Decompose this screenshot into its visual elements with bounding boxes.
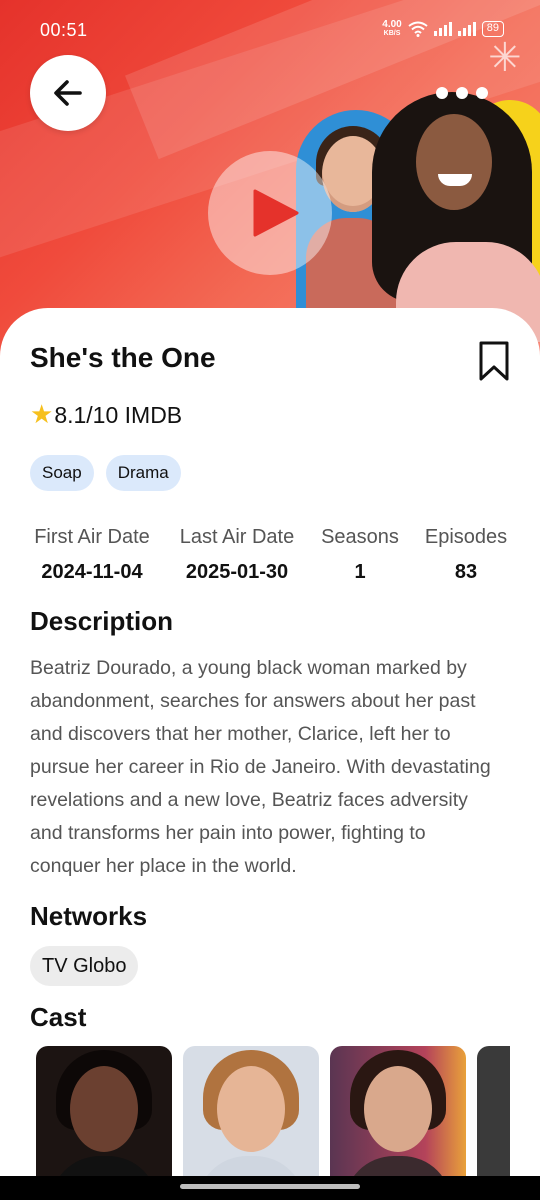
stat-episodes: Episodes 83: [423, 526, 509, 584]
stat-first-air-date: First Air Date 2024-11-04: [30, 526, 154, 584]
more-dots-icon: [436, 87, 448, 99]
cast-photo: [70, 1066, 138, 1152]
description-line: Beatriz Dourado, a young black woman mar…: [30, 657, 467, 679]
bookmark-icon[interactable]: [478, 340, 510, 382]
show-stats: First Air Date 2024-11-04 Last Air Date …: [30, 526, 514, 586]
rating-value: 8.1/10 IMDB: [54, 401, 183, 428]
show-title: She's the One: [30, 342, 216, 373]
description-text: Beatriz Dourado, a young black woman mar…: [30, 652, 540, 883]
signal-icon: [433, 22, 452, 36]
network-speed: 4.00 KB/S: [382, 20, 401, 38]
rating: ★ 8.1/10 IMDB: [30, 400, 182, 430]
stat-label: First Air Date: [34, 526, 150, 548]
arrow-left-icon: [54, 80, 82, 106]
genre-chip[interactable]: Soap: [30, 455, 94, 491]
network-speed-value: 4.00: [382, 19, 402, 30]
wifi-icon: [408, 21, 428, 37]
stat-seasons: Seasons 1: [319, 526, 401, 584]
genre-list: Soap Drama: [30, 455, 181, 491]
cast-photo: [217, 1066, 285, 1152]
signal-icon: [457, 22, 476, 36]
cast-heading: Cast: [30, 1002, 87, 1032]
cast-card[interactable]: [36, 1046, 172, 1182]
stat-value: 2025-01-30: [185, 561, 289, 583]
more-options-button[interactable]: [436, 82, 496, 104]
stat-label: Episodes: [424, 526, 508, 548]
networks-heading: Networks: [30, 901, 148, 931]
cast-card[interactable]: [477, 1046, 510, 1182]
stat-label: Seasons: [321, 526, 399, 548]
description-line: and discovers that her mother, Clarice, …: [30, 723, 451, 745]
description-line: conquer her place in the world.: [30, 855, 297, 877]
system-nav-bar: [0, 1176, 540, 1200]
poster-actress-main: [372, 92, 540, 342]
cast-photo: [364, 1066, 432, 1152]
description-line: pursue her career in Rio de Janeiro. Wit…: [30, 756, 491, 778]
details-card: She's the One ★ 8.1/10 IMDB Soap Drama F…: [0, 308, 540, 1200]
play-trailer-button[interactable]: [208, 151, 332, 275]
cast-card[interactable]: [183, 1046, 319, 1182]
status-indicators: 4.00 KB/S 89: [382, 20, 504, 38]
genre-chip[interactable]: Drama: [105, 455, 181, 491]
stat-last-air-date: Last Air Date 2025-01-30: [175, 526, 299, 584]
star-icon: ★: [30, 400, 54, 430]
cast-list: [36, 1046, 510, 1182]
stat-value: 2024-11-04: [41, 561, 143, 583]
home-gesture-handle[interactable]: [180, 1184, 360, 1189]
status-time: 00:51: [40, 20, 88, 40]
stat-value: 1: [354, 561, 366, 583]
network-speed-unit: KB/S: [383, 30, 401, 37]
stat-label: Last Air Date: [179, 526, 295, 548]
battery-icon: 89: [481, 21, 504, 37]
network-chip[interactable]: TV Globo: [30, 946, 139, 986]
cast-card[interactable]: [330, 1046, 466, 1182]
description-line: abandonment, searches for answers about …: [30, 690, 476, 712]
back-button[interactable]: [30, 55, 106, 131]
stat-value: 83: [454, 561, 478, 583]
description-line: and transforms her pain into power, figh…: [30, 822, 426, 844]
description-heading: Description: [30, 606, 174, 636]
play-icon: [253, 189, 299, 237]
status-bar: 00:51 4.00 KB/S 89: [0, 0, 540, 60]
description-line: revelations and a new love, Beatriz face…: [30, 789, 468, 811]
